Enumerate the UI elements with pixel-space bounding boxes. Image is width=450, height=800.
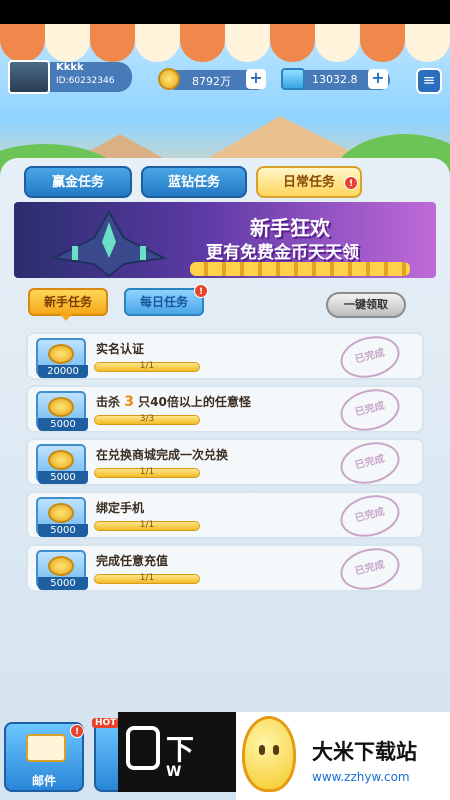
avatar[interactable]	[8, 60, 50, 94]
task-title: 击杀 3 只40倍以上的任意怪	[96, 394, 251, 410]
add-coins-button[interactable]: +	[246, 69, 266, 89]
progress-text: 1/1	[139, 361, 155, 371]
progress-text: 1/1	[139, 467, 155, 477]
tab-blue-diamond-tasks[interactable]: 蓝钻任务	[141, 166, 247, 198]
completed-stamp: 已完成	[336, 489, 404, 543]
mail-icon	[26, 734, 66, 762]
player-name: Kkkk	[56, 62, 84, 73]
completed-stamp: 已完成	[336, 436, 404, 490]
watermark-site-name: 大米下载站	[312, 740, 417, 764]
watermark-text: 下	[166, 733, 195, 766]
watermark-subtext: W	[166, 764, 182, 780]
hot-tag: HOT	[92, 718, 120, 728]
task-row: 5000 击杀 3 只40倍以上的任意怪 3/3 已完成	[26, 383, 424, 437]
task-row: 5000 完成任意充值 1/1 已完成	[26, 542, 424, 596]
egg-mascot-icon	[242, 716, 296, 792]
watermark-logo-icon	[126, 726, 160, 770]
reward-amount: 20000	[38, 365, 88, 378]
coin-icon	[158, 68, 180, 90]
player-id: ID:60232346	[56, 76, 115, 86]
progress-text: 3/3	[139, 414, 155, 424]
tab-gold-tasks[interactable]: 赢金任务	[24, 166, 132, 198]
task-title: 绑定手机	[96, 501, 145, 515]
coin-value: 8792万	[192, 75, 231, 88]
watermark-site: 大米下载站 www.zzhyw.com	[236, 712, 450, 800]
notification-badge: !	[344, 176, 358, 190]
reward-amount: 5000	[38, 471, 88, 484]
top-letterbox	[0, 0, 450, 24]
progress-text: 1/1	[139, 573, 155, 583]
add-diamonds-button[interactable]: +	[368, 69, 388, 89]
diamond-icon	[281, 68, 305, 90]
subtab-newbie-tasks[interactable]: 新手任务	[28, 288, 108, 316]
task-row: 5000 绑定手机 1/1 已完成	[26, 489, 424, 543]
coin-pile	[190, 262, 410, 276]
task-row: 20000 实名认证 1/1 已完成	[26, 330, 424, 384]
mail-label: 邮件	[31, 774, 56, 788]
watermark-site-url: www.zzhyw.com	[312, 770, 410, 784]
subtab-pointer	[60, 314, 72, 321]
banner-title: 新手狂欢	[250, 216, 330, 240]
task-row: 5000 在兑换商城完成一次兑换 1/1 已完成	[26, 436, 424, 490]
task-title: 完成任意充值	[96, 554, 169, 568]
task-title: 在兑换商城完成一次兑换	[96, 448, 229, 462]
reward-amount: 5000	[38, 418, 88, 431]
spaceship-icon	[50, 209, 168, 278]
completed-stamp: 已完成	[336, 542, 404, 596]
task-title: 实名认证	[96, 342, 145, 356]
banner-subtitle: 更有免费金币天天领	[206, 243, 359, 263]
completed-stamp: 已完成	[336, 330, 404, 384]
completed-stamp: 已完成	[336, 383, 404, 437]
reward-amount: 5000	[38, 524, 88, 537]
diamond-value: 13032.8	[312, 73, 358, 86]
notification-badge: !	[194, 284, 208, 298]
watermark-dark: 下 W	[118, 712, 238, 792]
menu-button[interactable]: ≡	[416, 68, 442, 94]
subtab-daily-tasks[interactable]: 每日任务	[124, 288, 204, 316]
notification-badge: !	[70, 724, 84, 738]
claim-all-button[interactable]: 一键领取	[326, 292, 406, 318]
reward-amount: 5000	[38, 577, 88, 590]
progress-text: 1/1	[139, 520, 155, 530]
awning	[0, 24, 450, 62]
